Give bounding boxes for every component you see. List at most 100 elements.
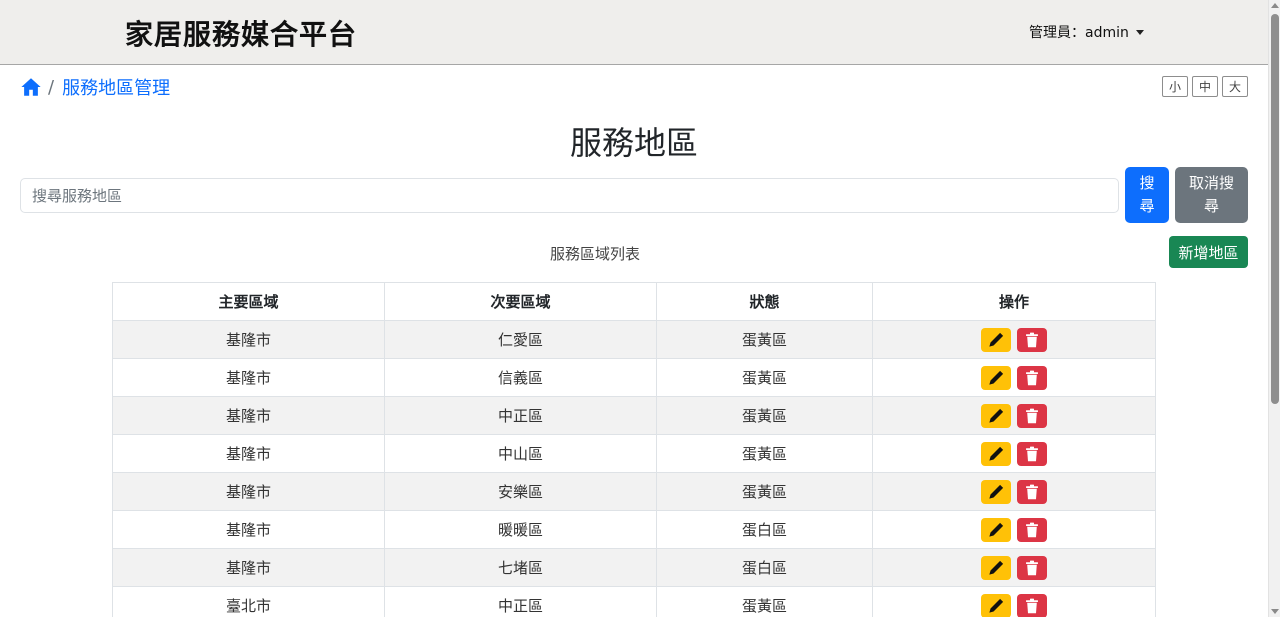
trash-icon xyxy=(1025,560,1039,576)
cell-main-area: 基隆市 xyxy=(112,548,385,587)
font-size-switcher: 小 中 大 xyxy=(1162,76,1248,97)
delete-button[interactable] xyxy=(1017,327,1047,352)
search-button[interactable]: 搜尋 xyxy=(1125,167,1169,223)
cell-sub-area: 信義區 xyxy=(384,358,657,397)
font-size-large-button[interactable]: 大 xyxy=(1222,76,1248,97)
list-caption: 服務區域列表 xyxy=(549,245,640,263)
edit-button[interactable] xyxy=(981,555,1011,580)
service-area-table: 主要區域 次要區域 狀態 操作 基隆市 仁愛區 蛋黃區 基隆市 信義區 蛋黃區 基隆市 中正區… xyxy=(112,282,1156,617)
cell-status: 蛋白區 xyxy=(656,548,873,587)
cell-sub-area: 中正區 xyxy=(384,396,657,435)
table-row: 基隆市 安樂區 蛋黃區 xyxy=(112,472,1156,511)
edit-button[interactable] xyxy=(981,593,1011,617)
delete-button[interactable] xyxy=(1017,365,1047,390)
cell-sub-area: 中正區 xyxy=(384,586,657,617)
row-actions xyxy=(873,517,1155,542)
chevron-down-icon xyxy=(1135,29,1144,35)
edit-button[interactable] xyxy=(981,479,1011,504)
breadcrumb-current[interactable]: 服務地區管理 xyxy=(62,74,170,100)
brand-title[interactable]: 家居服務媒合平台 xyxy=(125,13,357,53)
delete-button[interactable] xyxy=(1017,517,1047,542)
scroll-up-arrow-icon[interactable] xyxy=(1271,3,1279,8)
edit-button[interactable] xyxy=(981,441,1011,466)
cell-sub-area: 中山區 xyxy=(384,434,657,473)
breadcrumb-separator: / xyxy=(48,76,55,98)
delete-button[interactable] xyxy=(1017,555,1047,580)
trash-icon xyxy=(1025,484,1039,500)
cell-main-area: 基隆市 xyxy=(112,472,385,511)
trash-icon xyxy=(1025,332,1039,348)
edit-button[interactable] xyxy=(981,365,1011,390)
cell-status: 蛋黃區 xyxy=(656,472,873,511)
pencil-icon xyxy=(988,598,1004,614)
user-menu-label: 管理員：admin xyxy=(1029,25,1129,41)
delete-button[interactable] xyxy=(1017,593,1047,617)
cell-actions xyxy=(872,586,1156,617)
cell-main-area: 臺北市 xyxy=(112,586,385,617)
cell-actions xyxy=(872,472,1156,511)
cell-sub-area: 安樂區 xyxy=(384,472,657,511)
row-actions xyxy=(873,441,1155,466)
cell-actions xyxy=(872,434,1156,473)
table-row: 基隆市 中山區 蛋黃區 xyxy=(112,434,1156,473)
edit-button[interactable] xyxy=(981,517,1011,542)
home-icon[interactable] xyxy=(20,76,42,98)
cell-main-area: 基隆市 xyxy=(112,510,385,549)
column-header-main-area: 主要區域 xyxy=(112,282,385,321)
pencil-icon xyxy=(988,370,1004,386)
edit-button[interactable] xyxy=(981,403,1011,428)
page-title: 服務地區 xyxy=(569,124,698,162)
cell-main-area: 基隆市 xyxy=(112,358,385,397)
row-actions xyxy=(873,593,1155,617)
trash-icon xyxy=(1025,446,1039,462)
pencil-icon xyxy=(988,332,1004,348)
font-size-medium-button[interactable]: 中 xyxy=(1192,76,1218,97)
pencil-icon xyxy=(988,522,1004,538)
row-actions xyxy=(873,365,1155,390)
cell-sub-area: 暖暖區 xyxy=(384,510,657,549)
table-row: 基隆市 信義區 蛋黃區 xyxy=(112,358,1156,397)
top-navbar: 家居服務媒合平台 管理員：admin xyxy=(0,0,1268,65)
cell-sub-area: 仁愛區 xyxy=(384,320,657,359)
trash-icon xyxy=(1025,598,1039,614)
table-row: 基隆市 暖暖區 蛋白區 xyxy=(112,510,1156,549)
table-row: 臺北市 中正區 蛋黃區 xyxy=(112,586,1156,617)
pencil-icon xyxy=(988,446,1004,462)
table-body: 基隆市 仁愛區 蛋黃區 基隆市 信義區 蛋黃區 基隆市 中正區 蛋黃區 基隆市 中山區 蛋黃區 基隆市安… xyxy=(112,320,1156,617)
cell-status: 蛋白區 xyxy=(656,510,873,549)
column-header-actions: 操作 xyxy=(872,282,1156,321)
row-actions xyxy=(873,479,1155,504)
cell-actions xyxy=(872,396,1156,435)
cell-main-area: 基隆市 xyxy=(112,320,385,359)
pencil-icon xyxy=(988,560,1004,576)
scrollbar-thumb[interactable] xyxy=(1271,14,1279,404)
cell-actions xyxy=(872,548,1156,587)
cell-main-area: 基隆市 xyxy=(112,434,385,473)
cell-actions xyxy=(872,320,1156,359)
user-menu[interactable]: 管理員：admin xyxy=(1029,22,1144,42)
cell-sub-area: 七堵區 xyxy=(384,548,657,587)
cell-status: 蛋黃區 xyxy=(656,358,873,397)
table-row: 基隆市 仁愛區 蛋黃區 xyxy=(112,320,1156,359)
add-area-button[interactable]: 新增地區 xyxy=(1169,236,1248,268)
delete-button[interactable] xyxy=(1017,479,1047,504)
pencil-icon xyxy=(988,408,1004,424)
font-size-small-button[interactable]: 小 xyxy=(1162,76,1188,97)
delete-button[interactable] xyxy=(1017,441,1047,466)
trash-icon xyxy=(1025,522,1039,538)
search-input[interactable] xyxy=(20,178,1119,213)
table-row: 基隆市 中正區 蛋黃區 xyxy=(112,396,1156,435)
pencil-icon xyxy=(988,484,1004,500)
cell-actions xyxy=(872,510,1156,549)
cell-main-area: 基隆市 xyxy=(112,396,385,435)
delete-button[interactable] xyxy=(1017,403,1047,428)
breadcrumb: / 服務地區管理 xyxy=(20,74,170,100)
cell-status: 蛋黃區 xyxy=(656,434,873,473)
cell-status: 蛋黃區 xyxy=(656,396,873,435)
column-header-status: 狀態 xyxy=(656,282,873,321)
scroll-down-arrow-icon[interactable] xyxy=(1271,609,1279,614)
cancel-search-button[interactable]: 取消搜尋 xyxy=(1175,167,1248,223)
column-header-sub-area: 次要區域 xyxy=(384,282,657,321)
edit-button[interactable] xyxy=(981,327,1011,352)
vertical-scrollbar[interactable] xyxy=(1268,0,1280,617)
